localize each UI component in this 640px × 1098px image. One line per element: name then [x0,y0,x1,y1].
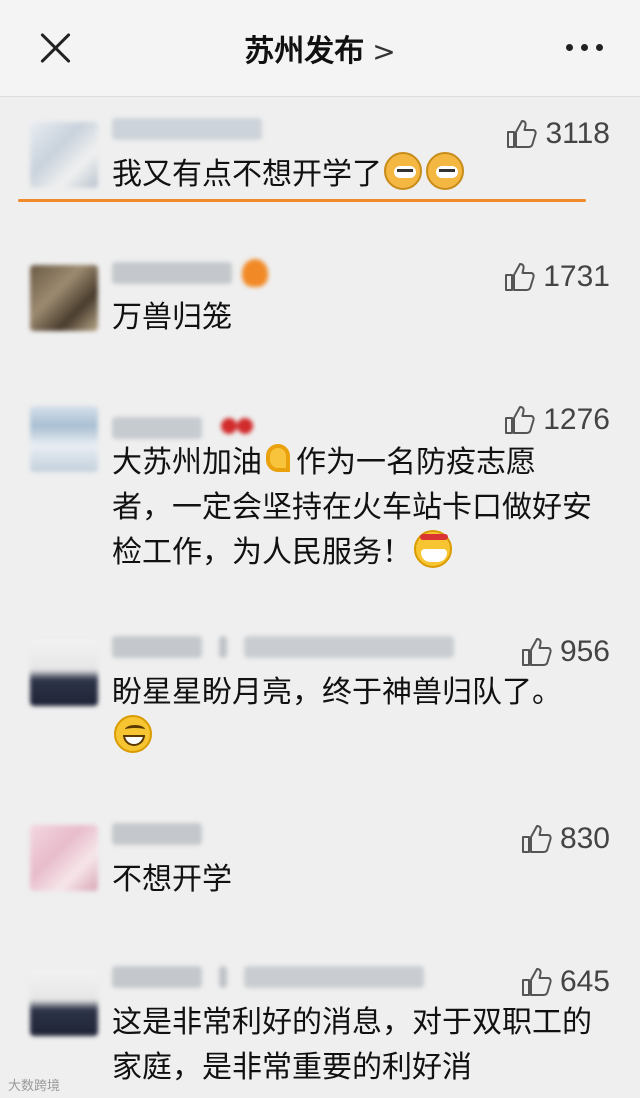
more-icon[interactable] [566,36,604,56]
flexed-biceps-emoji-icon [262,438,296,478]
like-button[interactable]: 645 [520,960,610,1004]
doge-emoji-icon [426,152,464,190]
avatar[interactable] [30,640,98,706]
comment-text: 不想开学 [112,862,232,897]
like-count: 830 [559,822,610,855]
like-count: 3118 [545,117,610,150]
nickname-blurred [112,116,272,150]
thumb-up-icon [521,638,552,666]
nickname-blurred [112,634,464,668]
thumb-up-icon [505,263,535,291]
comment-text: 这是非常利好的消息，对于双职工的家庭，是非常重要的利好消 [112,1005,592,1085]
like-button[interactable]: 830 [520,817,610,861]
like-count: 1731 [543,260,610,293]
comment-text: 大苏州加油 作为一名防疫志愿者，一定会坚持在火车站卡口做好安检工作，为人民服务！ [112,438,592,575]
avatar[interactable] [30,122,98,188]
like-button[interactable]: 1276 [503,398,610,442]
comment-text: 盼星星盼月亮，终于神兽归队了。 [112,670,592,760]
thumb-up-icon [507,120,538,148]
chevron-right-icon: > [372,35,396,68]
fire-emoji-icon [242,259,268,287]
mask-emoji-icon [414,530,452,568]
like-count: 1276 [543,403,610,436]
top-bar: 苏州发布 > [0,0,640,97]
avatar[interactable] [30,970,98,1036]
grinning-emoji-icon [114,715,152,753]
nickname-blurred [112,402,255,439]
thumb-up-icon [521,825,552,853]
nickname-blurred [112,259,268,293]
account-title: 苏州发布 [244,34,365,69]
thumb-up-icon [521,968,552,996]
like-button[interactable]: 1731 [503,255,610,299]
avatar[interactable] [30,265,98,331]
like-count: 645 [559,965,610,998]
nickname-blurred [112,964,434,998]
like-button[interactable]: 3118 [505,112,610,156]
comment-text: 我又有点不想开学了 [112,152,592,197]
nickname-blurred [112,821,212,855]
watermark: 大数跨境 [8,1079,61,1094]
comment-text: 万兽归笼 [112,300,232,335]
cherry-emoji-icon [219,402,255,438]
thumb-up-icon [505,406,535,434]
doge-emoji-icon [384,152,422,190]
highlight-underline [18,199,586,202]
like-count: 956 [559,635,610,668]
account-title-link[interactable]: 苏州发布 > [0,26,640,70]
avatar[interactable] [30,825,98,891]
like-button[interactable]: 956 [520,630,610,674]
avatar[interactable] [30,406,98,472]
